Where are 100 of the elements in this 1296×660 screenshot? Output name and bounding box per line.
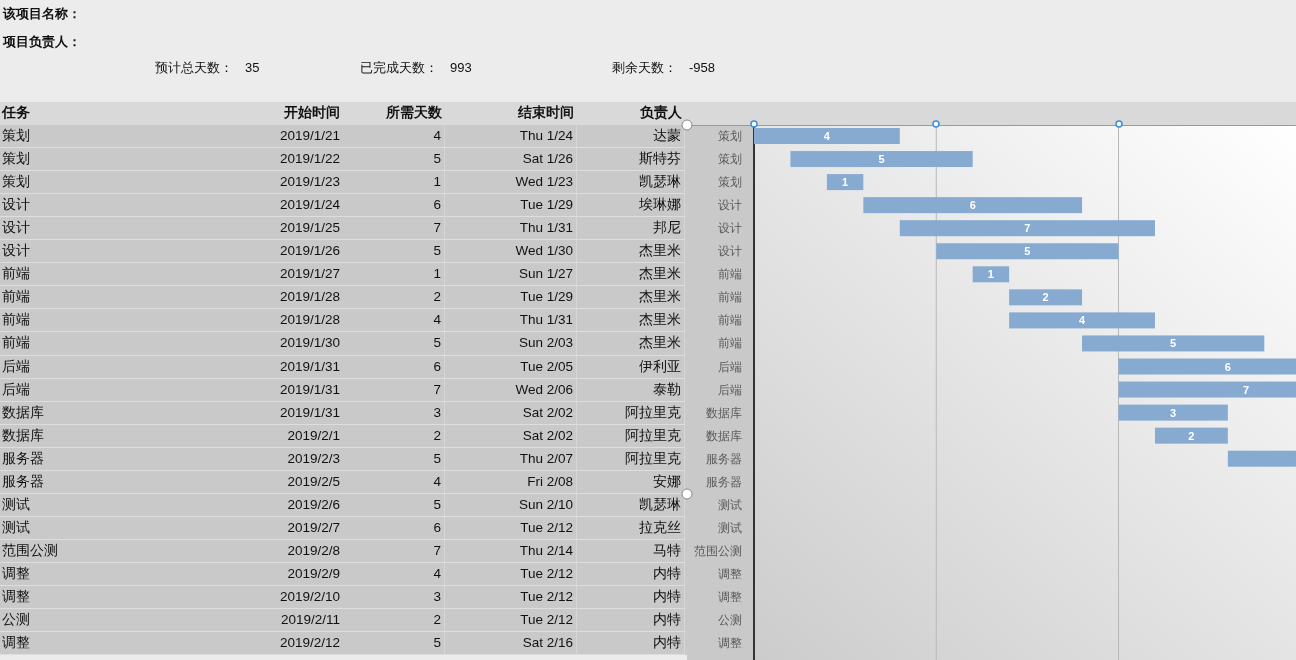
table-cell: 6 [343, 355, 445, 379]
table-cell: Sat 2/02 [445, 401, 577, 425]
table-cell: 范围公测 [0, 539, 205, 563]
table-cell: 5 [343, 447, 445, 471]
task-label: 前端 [718, 267, 742, 282]
table-cell: 2019/1/31 [205, 378, 343, 402]
task-label: 公测 [718, 613, 742, 628]
task-label: 服务器 [706, 474, 742, 489]
column-header: 开始时间 [283, 104, 341, 122]
table-cell: 2019/2/9 [205, 562, 343, 586]
table-cell: 2019/1/30 [205, 332, 343, 356]
table-cell: 泰勒 [577, 378, 685, 402]
table-cell: 2019/1/31 [205, 401, 343, 425]
task-label: 数据库 [706, 405, 742, 420]
table-cell: 2019/2/1 [205, 424, 343, 448]
bar-duration-label: 6 [1224, 360, 1231, 373]
stat-value: 35 [245, 60, 260, 76]
table-cell: 拉克丝 [577, 516, 685, 540]
table-cell: 7 [343, 378, 445, 402]
resize-handle[interactable] [681, 488, 693, 500]
bar-duration-label: 7 [1243, 383, 1250, 396]
task-label: 前端 [718, 313, 742, 328]
table-cell: 阿拉里克 [577, 424, 685, 448]
task-label: 调整 [718, 636, 742, 651]
bar-duration-label: 5 [878, 153, 885, 166]
table-cell: 2019/2/7 [205, 516, 343, 540]
task-label: 前端 [718, 336, 742, 351]
bar-duration-label: 1 [987, 268, 994, 281]
task-label: 后端 [718, 382, 742, 397]
task-bar [972, 266, 1010, 283]
column-header: 结束时间 [517, 104, 575, 122]
task-label: 调整 [718, 566, 742, 581]
task-label: 前端 [718, 290, 742, 305]
table-cell: Sun 2/10 [445, 493, 577, 517]
table-cell: 4 [343, 562, 445, 586]
task-bar [826, 174, 864, 191]
table-cell: 5 [343, 632, 445, 656]
table-cell: 3 [343, 401, 445, 425]
table-cell: 服务器 [0, 470, 205, 494]
table-cell: 测试 [0, 516, 205, 540]
table-cell: 调整 [0, 562, 205, 586]
stat-value: -958 [689, 60, 716, 76]
task-label: 测试 [718, 497, 742, 512]
table-cell: Sat 2/16 [445, 632, 577, 656]
table-cell: Tue 2/12 [445, 562, 577, 586]
stat-label: 剩余天数： [612, 60, 677, 76]
column-header: 负责人 [639, 104, 683, 122]
stat-value: 993 [450, 60, 472, 76]
table-cell: Wed 2/06 [445, 378, 577, 402]
table-cell: 内特 [577, 562, 685, 586]
table-cell: 伊利亚 [577, 355, 685, 379]
table-cell: 2019/2/8 [205, 539, 343, 563]
stat-label: 已完成天数： [360, 60, 438, 76]
table-cell: 2019/1/31 [205, 355, 343, 379]
selection-handle[interactable] [1114, 120, 1123, 128]
resize-handle[interactable] [681, 119, 693, 131]
task-label: 策划 [718, 152, 742, 167]
table-cell: 6 [343, 516, 445, 540]
bar-duration-label: 1 [842, 176, 849, 189]
table-cell: 2019/2/3 [205, 447, 343, 471]
table-cell: 4 [343, 470, 445, 494]
table-cell: 7 [343, 539, 445, 563]
bar-duration-label: 4 [1079, 314, 1086, 327]
stat-label: 预计总天数： [155, 60, 233, 76]
bar-duration-label: 5 [1170, 337, 1177, 350]
table-cell: 2019/2/6 [205, 493, 343, 517]
table-cell: 调整 [0, 632, 205, 656]
table-cell: 后端 [0, 378, 205, 402]
task-label: 设计 [718, 221, 742, 236]
table-cell: 5 [343, 332, 445, 356]
selection-handle[interactable] [750, 120, 758, 128]
table-cell: Sat 2/02 [445, 424, 577, 448]
task-label: 设计 [718, 244, 742, 259]
bar-duration-label: 6 [969, 199, 976, 212]
table-cell: 测试 [0, 493, 205, 517]
task-label: 范围公测 [694, 543, 742, 558]
task-label: 设计 [718, 198, 742, 213]
table-cell: 马特 [577, 539, 685, 563]
table-cell: 阿拉里克 [577, 447, 685, 471]
task-label: 策划 [718, 129, 742, 143]
bar-duration-label: 4 [823, 130, 830, 142]
selection-handle[interactable] [932, 120, 941, 128]
table-cell: Tue 2/05 [445, 355, 577, 379]
bar-duration-label: 3 [1170, 406, 1177, 419]
table-cell: 数据库 [0, 424, 205, 448]
table-cell: Thu 2/07 [445, 447, 577, 471]
bar-duration-label: 7 [1024, 222, 1031, 235]
task-label: 测试 [718, 520, 742, 535]
table-cell: Thu 2/14 [445, 539, 577, 563]
bar-duration-label: 2 [1042, 291, 1049, 304]
task-label: 调整 [718, 590, 742, 604]
task-label: 数据库 [706, 428, 742, 443]
task-label: 策划 [718, 175, 742, 190]
table-cell: Sun 2/03 [445, 332, 577, 356]
table-cell: 2019/2/5 [205, 470, 343, 494]
table-cell: 数据库 [0, 401, 205, 425]
bar-duration-label: 2 [1188, 429, 1195, 442]
table-cell: Tue 2/12 [445, 516, 577, 540]
column-header: 任务 [0, 104, 31, 122]
table-cell: 2019/2/12 [205, 632, 343, 656]
